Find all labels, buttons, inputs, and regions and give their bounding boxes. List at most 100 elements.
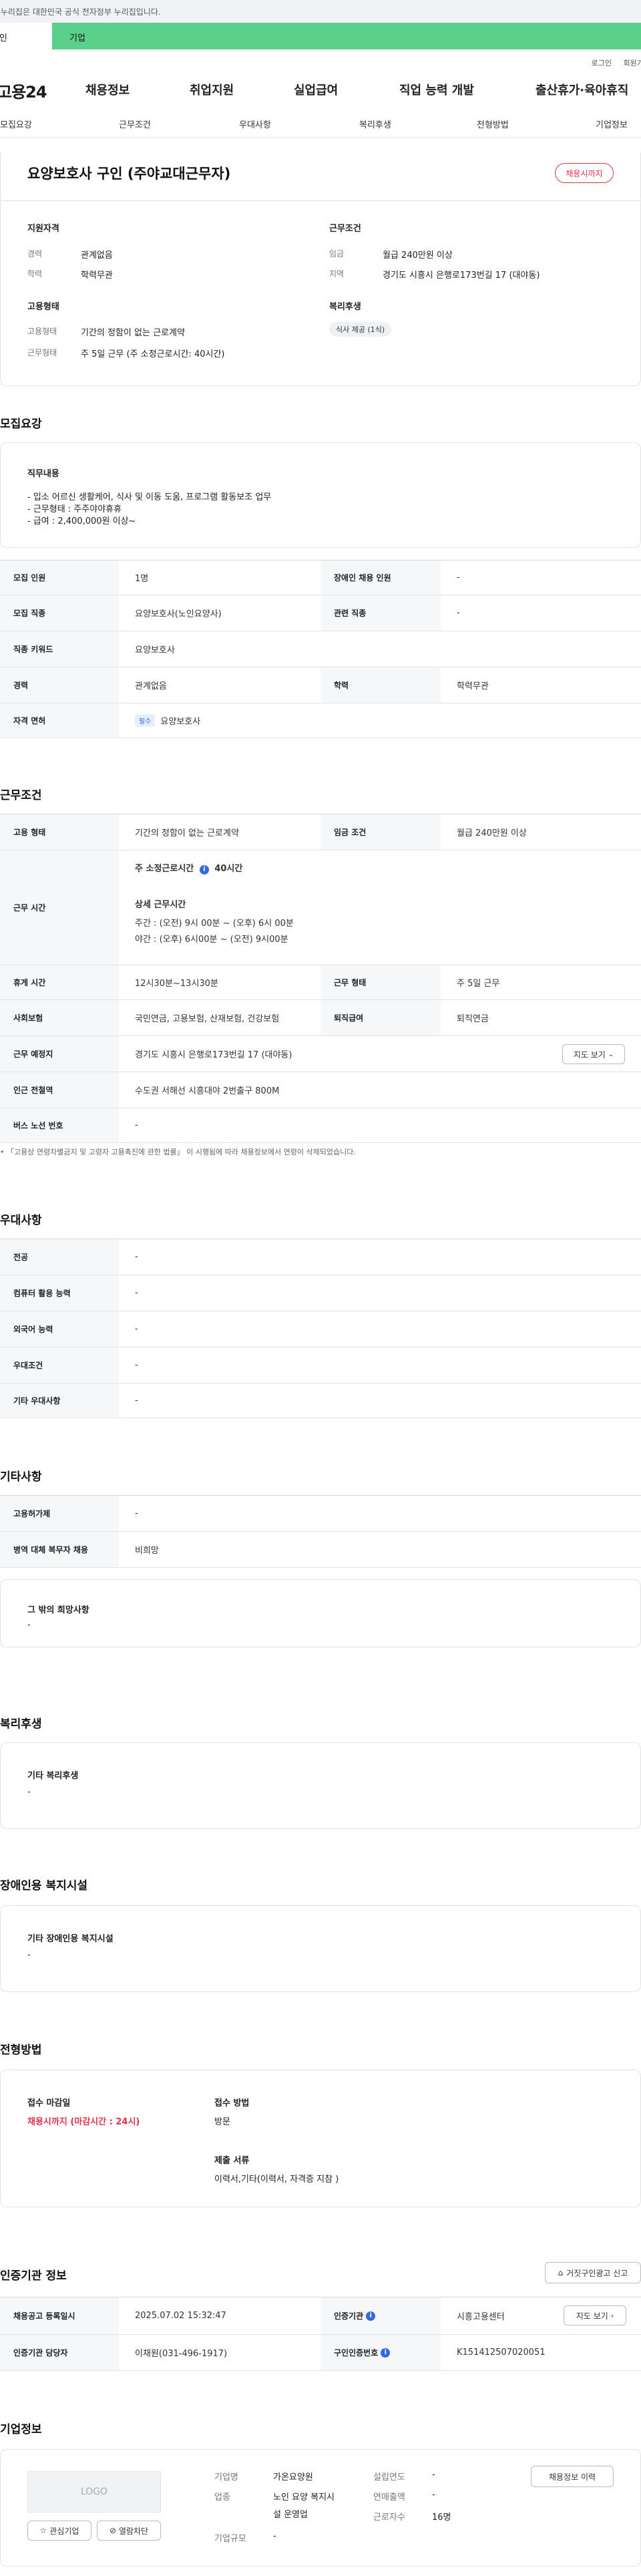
row-key: 직종 키워드 — [0, 631, 119, 667]
org-key-label: 인증기관 — [334, 2311, 364, 2321]
disab-value: - — [27, 1950, 31, 1960]
emp-days-key: 근무형태 — [27, 348, 57, 357]
info-icon[interactable]: i — [199, 865, 209, 874]
welfare-heading: 복리후생 — [329, 302, 361, 312]
company-size-value: - — [273, 2531, 276, 2541]
row-value: 요양보호사(노인요양사) — [135, 609, 222, 619]
gnb-item-training[interactable]: 직업 능력 개발 — [399, 81, 474, 98]
row-key: 인증기관 담당자 — [0, 2335, 119, 2370]
sales-key: 연매출액 — [373, 2492, 405, 2503]
company-logo-text: LOGO — [80, 2486, 108, 2497]
org-map-button-label: 지도 보기 — [576, 2311, 608, 2321]
chevron-down-icon: ⌄ — [608, 1050, 614, 1058]
duties-line-2: - 근무형태 : 주주야야휴휴 — [27, 504, 122, 514]
employees-value: 16명 — [432, 2513, 451, 2523]
row-value: 12시30분~13시30분 — [135, 979, 218, 989]
duties-line-1: - 입소 어르신 생활케어, 식사 및 이동 도움, 프로그램 활동보조 업무 — [27, 492, 272, 502]
row-key: 모집 인원 — [0, 560, 119, 595]
work-section-title: 근무조건 — [0, 789, 42, 802]
method-value: 방문 — [214, 2117, 230, 2127]
row-key: 근무 예정지 — [0, 1036, 119, 1072]
weekly-hours: 주 소정근로시간 i 40시간 — [135, 861, 242, 874]
subnav-welfare[interactable]: 복리후생 — [359, 118, 391, 130]
address-cell: 경기도 시흥시 은행로173번길 17 (대야동) 지도 보기 ⌄ — [119, 1036, 641, 1072]
recruit-table: 모집 인원 1명 장애인 채용 인원 - 모집 직종 요양보호사(노인요양사) … — [0, 560, 641, 738]
row-key: 외국어 능력 — [0, 1311, 119, 1347]
gov-banner: 이 누리집은 대한민국 공식 전자정부 누리집입니다. — [0, 0, 641, 23]
wage-value: 월급 240만원 이상 — [383, 251, 453, 261]
est-year-value: - — [432, 2470, 435, 2480]
table-row: 모집 인원 1명 장애인 채용 인원 - — [0, 560, 641, 595]
row-key: 장애인 채용 인원 — [320, 560, 441, 595]
career-value: 관계없음 — [81, 251, 113, 261]
row-key: 관련 직종 — [320, 595, 441, 631]
welfare-etc-heading: 기타 복리후생 — [27, 1771, 79, 1781]
cert-section-title: 인증기관 정보 — [0, 2269, 67, 2283]
home-icon: ⌂ — [558, 2268, 564, 2277]
pref-section-title: 우대사항 — [0, 1214, 42, 1227]
subnav-selection[interactable]: 전형방법 — [477, 118, 509, 130]
map-button[interactable]: 지도 보기 ⌄ — [562, 1044, 625, 1064]
welfare-etc-value: - — [27, 1787, 31, 1797]
company-card: LOGO ☆ 관심기업 ⊘ 열람차단 기업명 가온요양원 업종 노인 요양 복지… — [0, 2449, 641, 2567]
row-value: - — [135, 1324, 138, 1334]
row-key: 구인인증번호 i — [320, 2335, 441, 2370]
job-title: 요양보호사 구인 (주야교대근무자) — [27, 166, 231, 182]
disab-card: 기타 장애인용 복지시설 - — [0, 1905, 641, 1992]
block-view-button[interactable]: ⊘ 열람차단 — [97, 2521, 161, 2541]
row-key: 인근 전철역 — [0, 1072, 119, 1108]
subnav-recruit[interactable]: 모집요강 — [0, 118, 32, 130]
company-size-key: 기업규모 — [214, 2534, 246, 2544]
tab-individual[interactable]: 개인 — [0, 23, 52, 49]
row-key: 인증기관 i — [320, 2297, 441, 2334]
gnb-item-leave[interactable]: 출산휴가·육아휴직 — [536, 81, 628, 98]
org-value: 시흥고용센터 — [457, 2312, 505, 2322]
row-key: 고용허가제 — [0, 1496, 119, 1531]
row-value: - — [135, 1396, 138, 1406]
row-key: 경력 — [0, 667, 119, 703]
row-key: 사회보험 — [0, 1000, 119, 1035]
emp-heading: 고용형태 — [27, 302, 59, 312]
meal-pill: 식사 제공 (1식) — [329, 322, 392, 337]
site-logo[interactable]: 고용24 — [0, 79, 83, 102]
table-row: 근무 예정지 경기도 시흥시 은행로173번길 17 (대야동) 지도 보기 ⌄ — [0, 1036, 641, 1072]
table-row: 버스 노선 번호 - — [0, 1108, 641, 1143]
org-map-button[interactable]: 지도 보기 › — [564, 2305, 626, 2325]
login-link[interactable]: 로그인 — [592, 57, 612, 68]
other-wish-heading: 그 밖의 희망사항 — [27, 1605, 89, 1615]
edu-value: 학력무관 — [81, 271, 113, 281]
gnb-item-unemployment[interactable]: 실업급여 — [294, 81, 338, 98]
recruit-history-button[interactable]: 채용정보 이력 — [531, 2466, 614, 2487]
docs-heading: 제출 서류 — [214, 2156, 250, 2166]
row-key: 채용공고 등록일시 — [0, 2297, 119, 2334]
row-value: 비희망 — [135, 1546, 159, 1556]
row-key: 기타 우대사항 — [0, 1384, 119, 1418]
info-icon[interactable]: i — [381, 2348, 391, 2358]
table-row: 전공 - — [0, 1239, 641, 1275]
method-heading: 접수 방법 — [214, 2098, 250, 2108]
location-value: 경기도 시흥시 은행로173번길 17 (대야동) — [383, 271, 540, 281]
block-view-label: 열람차단 — [118, 2526, 149, 2536]
address-value: 경기도 시흥시 은행로173번길 17 (대야동) — [135, 1050, 292, 1060]
recruit-history-label: 채용정보 이력 — [548, 2472, 596, 2482]
report-fake-ad-button[interactable]: ⌂ 거짓구인광고 신고 — [545, 2262, 641, 2283]
subnav-conditions[interactable]: 근무조건 — [119, 118, 151, 130]
subnav-preference[interactable]: 우대사항 — [239, 118, 271, 130]
table-row: 근무 시간 주 소정근로시간 i 40시간 상세 근무시간 주간 : (오전) … — [0, 850, 641, 965]
row-value: 이채원(031-496-1917) — [135, 2349, 228, 2359]
other-wish-card: 그 밖의 희망사항 - — [0, 1579, 641, 1647]
row-value: 수도권 서해선 시흥대야 2번출구 800M — [135, 1086, 280, 1096]
table-row: 모집 직종 요양보호사(노인요양사) 관련 직종 - — [0, 595, 641, 631]
join-link[interactable]: 회원가입 — [624, 57, 641, 68]
gnb-item-support[interactable]: 취업지원 — [190, 81, 234, 98]
gnb-item-jobs[interactable]: 채용정보 — [85, 81, 130, 98]
gov-banner-text: 이 누리집은 대한민국 공식 전자정부 누리집입니다. — [0, 7, 161, 17]
favorite-company-button[interactable]: ☆ 관심기업 — [27, 2521, 91, 2541]
table-row: 기타 우대사항 - — [0, 1384, 641, 1418]
info-icon[interactable]: i — [366, 2311, 376, 2321]
tab-company[interactable]: 기업 — [52, 23, 641, 49]
age-notice: • 「고용상 연령차별금지 및 고령자 고용촉진에 관한 법률」 이 시행됨에 … — [0, 1146, 356, 1157]
subnav-company[interactable]: 기업정보 — [596, 118, 628, 130]
row-key: 휴게 시간 — [0, 965, 119, 999]
row-key: 우대조건 — [0, 1347, 119, 1383]
